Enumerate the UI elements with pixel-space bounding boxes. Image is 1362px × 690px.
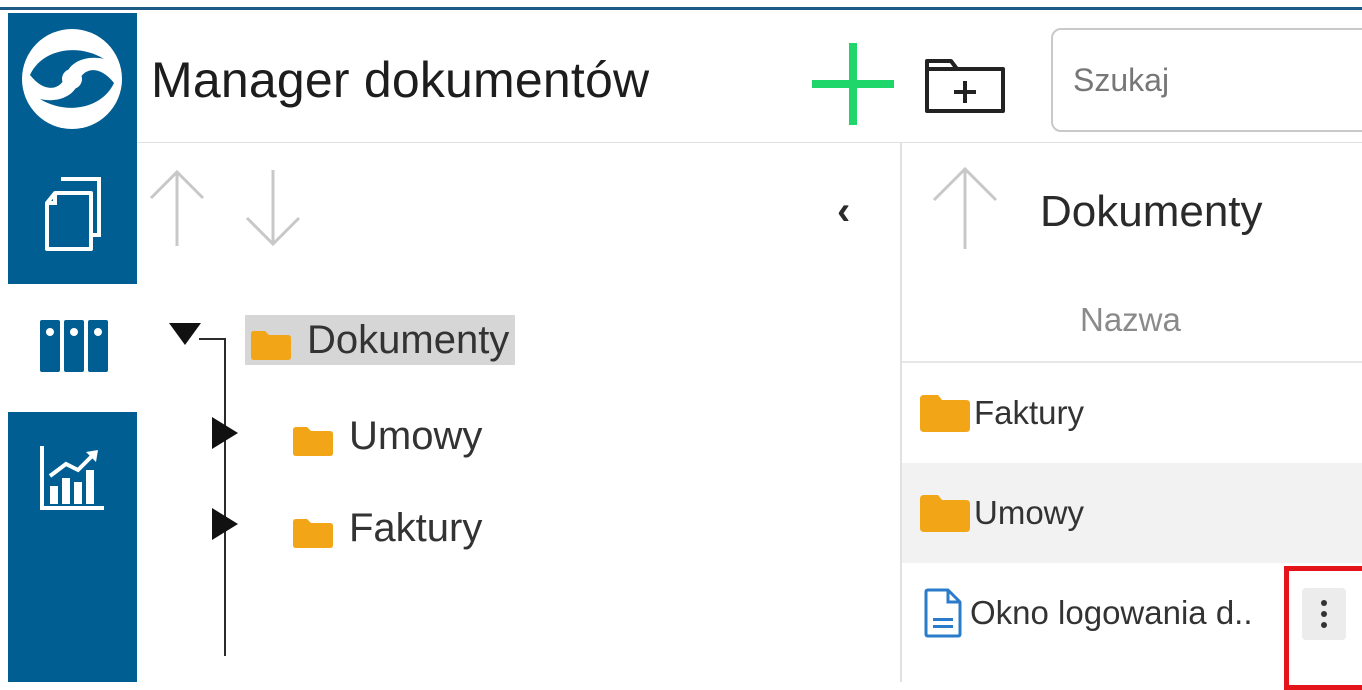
tree-node-dokumenty[interactable]: Dokumenty: [245, 315, 516, 365]
rail-item-reports[interactable]: [8, 412, 137, 682]
tree-node-label: Umowy: [349, 413, 483, 458]
column-header-name[interactable]: Nazwa: [902, 293, 1362, 363]
top-border: [0, 0, 1362, 10]
add-document-button[interactable]: [810, 41, 896, 127]
new-folder-button[interactable]: [923, 53, 1009, 117]
app-logo-icon: [22, 29, 122, 129]
app-header: Manager dokumentów: [137, 13, 1362, 143]
current-folder-title: Dokumenty: [1040, 187, 1263, 236]
expand-triangle-icon[interactable]: [212, 508, 238, 540]
tree-node-faktury[interactable]: Faktury: [293, 503, 482, 553]
tree-connector: [199, 338, 225, 340]
plus-icon: [812, 43, 894, 125]
list-item-label: Okno logowania d..: [970, 594, 1253, 631]
document-icon: [924, 588, 962, 638]
folder-tree-pane: ‹ Dokumenty Umowy Faktury: [137, 143, 902, 682]
app-logo[interactable]: [8, 13, 137, 141]
search-input[interactable]: [1051, 28, 1362, 132]
list-item-label: Umowy: [974, 494, 1085, 531]
expand-triangle-icon[interactable]: [212, 417, 238, 449]
page-title: Manager dokumentów: [151, 52, 650, 108]
move-down-icon[interactable]: [243, 168, 303, 248]
chart-icon: [40, 446, 104, 510]
folder-icon: [920, 395, 970, 432]
column-header-label: Nazwa: [1080, 301, 1181, 338]
collapse-pane-button[interactable]: ‹: [837, 189, 850, 234]
list-item-label: Faktury: [974, 394, 1085, 431]
documents-icon: [45, 177, 101, 251]
binders-icon: [40, 320, 108, 372]
folder-icon: [920, 495, 970, 532]
side-rail: [8, 13, 137, 682]
list-item[interactable]: Faktury: [902, 363, 1362, 463]
rail-item-documents[interactable]: [8, 141, 137, 284]
folder-icon: [293, 513, 333, 548]
tree-node-label: Faktury: [349, 505, 483, 550]
folder-icon: [293, 421, 333, 456]
folder-plus-icon: [925, 59, 1005, 113]
list-item[interactable]: Umowy: [902, 463, 1362, 563]
go-up-icon[interactable]: [930, 165, 1000, 251]
folder-icon: [251, 325, 291, 360]
tree-node-umowy[interactable]: Umowy: [293, 411, 482, 461]
collapse-triangle-icon[interactable]: [169, 323, 201, 345]
rail-item-binders[interactable]: [8, 284, 137, 412]
document-list-pane: Dokumenty Nazwa Faktury Umowy Okno logow…: [902, 143, 1362, 690]
tree-connector: [224, 338, 226, 656]
highlight-box: [1284, 566, 1362, 690]
tree-node-label: Dokumenty: [307, 317, 510, 362]
move-up-icon[interactable]: [147, 168, 207, 248]
